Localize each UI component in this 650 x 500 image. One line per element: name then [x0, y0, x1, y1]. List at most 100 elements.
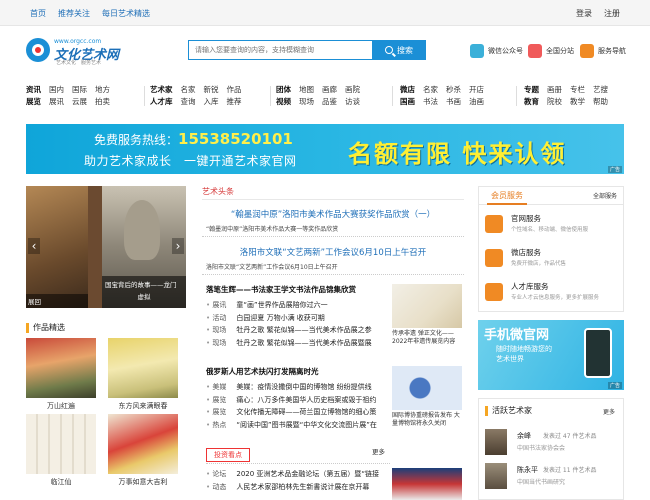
artist-org: 中国当代书画研究 — [517, 479, 566, 486]
nav-item[interactable]: 画院 — [345, 84, 360, 96]
nav-item[interactable]: 名家 — [181, 84, 196, 96]
nav-item[interactable]: 拍卖 — [95, 96, 110, 108]
nav-item[interactable]: 专栏 — [570, 84, 585, 96]
headline-link[interactable]: 洛阳市文联“文艺两新”工作会议6月10日上午召开 — [202, 246, 464, 258]
all-services-link[interactable]: 全部服务 — [593, 191, 617, 200]
news-item[interactable]: 现场 牡丹之歌 繁花似锦——当代美术作品展之参 — [206, 324, 386, 337]
nav-item[interactable]: 云展 — [72, 96, 87, 108]
nav-item[interactable]: 教学 — [570, 96, 585, 108]
news-item[interactable]: 现场 牡丹之歌 繁花似锦——当代美术作品展暨展 — [206, 337, 386, 350]
nav-item[interactable]: 地图 — [299, 84, 314, 96]
nav-item[interactable]: 展览 — [26, 96, 41, 108]
work-card[interactable]: 万事如意大吉利 — [108, 414, 178, 487]
news-category: 热点 — [206, 419, 226, 432]
news-item[interactable]: 美媒 美媒：疫情没撒倒中国的博物馆 纷纷提供线 — [206, 381, 386, 394]
nav-item[interactable]: 艺术家 — [150, 84, 173, 96]
news-thumb-card[interactable]: 传承非遗 弹正文化——2022年非遗传展览内容 — [392, 284, 462, 346]
artist-item[interactable]: 余峰 发表过 47 件艺术品 中国书法家协会会 — [485, 429, 621, 459]
nav-item[interactable]: 视频 — [276, 96, 291, 108]
login-link[interactable]: 登录 — [576, 8, 592, 19]
nav-item[interactable]: 推荐 — [227, 96, 242, 108]
news-item[interactable]: 论坛 2020 亚洲艺术品金融论坛（第五届）暨“链接 — [206, 468, 386, 481]
news-more-link[interactable]: 更多 — [372, 446, 385, 456]
topbar-link-daily-pick[interactable]: 每日艺术精选 — [102, 8, 150, 19]
promo-banner[interactable]: 免费服务热线：15538520101 助力艺术家成长 一键开通艺术家官网 名额有… — [26, 124, 624, 174]
wechat-account-link[interactable]: 微信公众号 — [470, 44, 523, 58]
nav-group-groups: 团体 地图 画廊 画院 视频 现场 品鉴 访谈 — [276, 84, 360, 108]
nav-item[interactable]: 书法 — [423, 96, 438, 108]
artists-more-link[interactable]: 更多 — [603, 407, 615, 416]
news-thumbnail[interactable] — [392, 468, 462, 500]
news-thumb-card[interactable]: 国际博协重磅报告发布 大量博物馆将永久关闭 — [392, 366, 462, 428]
news-item[interactable]: 展讯 童“画”世界作品展陪你过六一 — [206, 299, 386, 312]
nav-item[interactable]: 帮助 — [593, 96, 608, 108]
news-item[interactable]: 活动 白园迎夏 万物小满 收获可期 — [206, 312, 386, 325]
nav-item[interactable]: 国内 — [49, 84, 64, 96]
artist-name: 陈永平 — [517, 466, 538, 474]
invest-list: 论坛 2020 亚洲艺术品金融论坛（第五届）暨“链接 动态 人民艺术家邵柏林先生新書… — [206, 468, 386, 493]
mobile-ad-title: 手机微官网 — [484, 328, 550, 343]
nav-item[interactable]: 院校 — [547, 96, 562, 108]
service-nav-link[interactable]: 服务导航 — [580, 44, 626, 58]
news-block-title[interactable]: 落笔生辉——书法家王学文书法作品锦集欣赏 — [206, 284, 386, 295]
work-title: 万事如意大吉利 — [118, 478, 168, 486]
nav-item[interactable]: 名家 — [423, 84, 438, 96]
nav-item[interactable]: 画册 — [547, 84, 562, 96]
topbar-link-recommend[interactable]: 推荐关注 — [58, 8, 90, 19]
nav-item[interactable]: 新锐 — [204, 84, 219, 96]
tab-member-services[interactable]: 会员服务 — [487, 187, 527, 205]
nav-item[interactable]: 人才库 — [150, 96, 173, 108]
nav-item[interactable]: 油画 — [469, 96, 484, 108]
nav-item[interactable]: 开店 — [469, 84, 484, 96]
work-card[interactable]: 东方风来满眼春 — [108, 338, 178, 411]
nav-item[interactable]: 地方 — [95, 84, 110, 96]
nav-item[interactable]: 资讯 — [26, 84, 41, 96]
nav-item[interactable]: 现场 — [299, 96, 314, 108]
mobile-ad-line: 随时随地畅游您的 — [496, 345, 552, 353]
nav-item[interactable]: 展讯 — [49, 96, 64, 108]
branch-sites-link[interactable]: 全国分站 — [528, 44, 574, 58]
headline-link[interactable]: “翰墨润中原”洛阳市美术作品大赛获奖作品欣赏（一） — [202, 208, 464, 220]
news-category: 展览 — [206, 406, 226, 419]
work-card[interactable]: 临江仙 — [26, 414, 96, 487]
slide-next-arrow-icon[interactable]: › — [172, 238, 184, 254]
search-icon — [385, 46, 393, 54]
nav-item[interactable]: 访谈 — [345, 96, 360, 108]
news-item[interactable]: 动态 人民艺术家邵柏林先生新書说计展在京开幕 — [206, 481, 386, 494]
news-item[interactable]: 展览 痛心：八万多件美国华人历史档案或毁于祖约 — [206, 394, 386, 407]
nav-item[interactable]: 作品 — [227, 84, 242, 96]
invest-tab[interactable]: 投资看点 — [206, 448, 250, 462]
topbar-link-home[interactable]: 首页 — [30, 8, 46, 19]
service-item-shop[interactable]: 微店服务 免费开微店，作品代售 — [485, 247, 621, 275]
nav-item[interactable]: 画廊 — [322, 84, 337, 96]
nav-item[interactable]: 微店 — [400, 84, 415, 96]
site-logo[interactable]: www.orgcc.com 文化艺术网 艺术文化 服务艺术 — [26, 38, 146, 66]
service-item-website[interactable]: 官网服务 个性域名、移动端、微信使用服 — [485, 213, 621, 241]
search-button[interactable]: 搜索 — [372, 40, 426, 60]
artist-item[interactable]: 陈永平 发表过 11 件艺术品 中国当代书画研究 — [485, 463, 621, 493]
news-item[interactable]: 热点 “阅读中国”图书展暨“中华文化交流图片展”在 — [206, 419, 386, 432]
nav-item[interactable]: 查询 — [181, 96, 196, 108]
news-item[interactable]: 展览 文化传播无障碍——荷兰国立博物馆的细心策 — [206, 406, 386, 419]
image-slideshow[interactable]: 展回 国宝背后的故事——龙门 虚拟 ‹ › — [26, 186, 186, 308]
slide-caption: 展回 — [26, 294, 88, 308]
nav-item[interactable]: 国际 — [72, 84, 87, 96]
news-thumbnail — [392, 284, 462, 328]
register-link[interactable]: 注册 — [604, 8, 620, 19]
nav-item[interactable]: 品鉴 — [322, 96, 337, 108]
nav-item[interactable]: 专题 — [524, 84, 539, 96]
work-card[interactable]: 万山红遍 — [26, 338, 96, 411]
nav-item[interactable]: 国画 — [400, 96, 415, 108]
nav-item[interactable]: 教育 — [524, 96, 539, 108]
nav-item[interactable]: 书画 — [446, 96, 461, 108]
nav-item[interactable]: 入库 — [204, 96, 219, 108]
service-item-talent[interactable]: 人才库服务 专业人才云信息服务，更多扩展服务 — [485, 281, 621, 309]
search-input[interactable] — [188, 40, 374, 60]
slide-prev-arrow-icon[interactable]: ‹ — [28, 238, 40, 254]
mobile-site-ad[interactable]: 手机微官网 随时随地畅游您的 艺术世界 广告 — [478, 320, 624, 390]
nav-item[interactable]: 艺搜 — [593, 84, 608, 96]
works-section-title: 作品精选 — [26, 322, 65, 333]
nav-item[interactable]: 秒杀 — [446, 84, 461, 96]
nav-item[interactable]: 团体 — [276, 84, 291, 96]
news-block-title[interactable]: 俄罗斯人用艺术扶闪打发隔离时光 — [206, 366, 386, 377]
